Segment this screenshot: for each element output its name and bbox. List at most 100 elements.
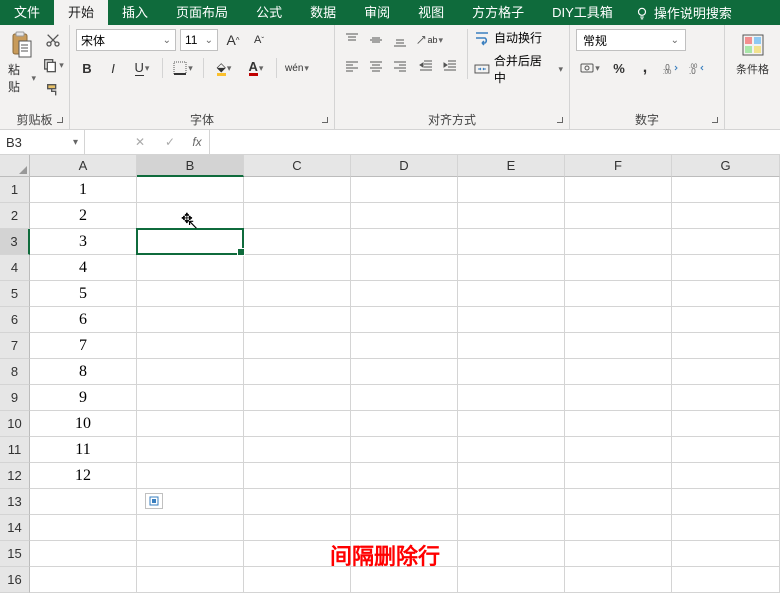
cell[interactable] xyxy=(137,385,244,411)
cell[interactable] xyxy=(30,541,137,567)
cell[interactable] xyxy=(672,437,780,463)
cell[interactable] xyxy=(672,203,780,229)
cell[interactable] xyxy=(137,177,244,203)
cell[interactable] xyxy=(351,281,458,307)
row-header[interactable]: 14 xyxy=(0,515,30,541)
decrease-font-button[interactable]: Aˇ xyxy=(248,29,270,51)
cell[interactable] xyxy=(672,281,780,307)
cell[interactable] xyxy=(565,541,672,567)
cell[interactable] xyxy=(244,385,351,411)
cell[interactable] xyxy=(458,229,565,255)
align-left-button[interactable] xyxy=(341,55,363,77)
tab-review[interactable]: 审阅 xyxy=(350,0,404,25)
cell[interactable] xyxy=(565,333,672,359)
cell[interactable] xyxy=(672,229,780,255)
cell[interactable] xyxy=(672,333,780,359)
cell[interactable] xyxy=(672,359,780,385)
cell[interactable] xyxy=(244,255,351,281)
cell[interactable] xyxy=(565,177,672,203)
cell[interactable] xyxy=(137,229,244,255)
cell[interactable] xyxy=(458,255,565,281)
cell-grid[interactable]: 1 2 3 4 5 6 7 8 9 10 11 12 ✥↖ xyxy=(30,177,780,593)
cell[interactable] xyxy=(458,333,565,359)
cell[interactable] xyxy=(351,359,458,385)
cell[interactable] xyxy=(565,515,672,541)
cell[interactable] xyxy=(30,515,137,541)
align-center-button[interactable] xyxy=(365,55,387,77)
cell[interactable] xyxy=(672,385,780,411)
cell[interactable] xyxy=(137,515,244,541)
cell[interactable] xyxy=(244,411,351,437)
cell[interactable] xyxy=(565,437,672,463)
cell[interactable] xyxy=(672,567,780,593)
column-header[interactable]: D xyxy=(351,155,458,177)
cell[interactable] xyxy=(137,567,244,593)
decrease-indent-button[interactable] xyxy=(415,55,437,77)
cell[interactable] xyxy=(244,515,351,541)
name-box[interactable]: B3▾ xyxy=(0,130,85,154)
cell[interactable]: 10 xyxy=(30,411,137,437)
wrap-text-button[interactable]: 自动换行 xyxy=(474,29,563,46)
cell[interactable] xyxy=(351,177,458,203)
cell[interactable] xyxy=(351,515,458,541)
align-top-button[interactable] xyxy=(341,29,363,51)
cell[interactable] xyxy=(244,489,351,515)
percent-button[interactable]: % xyxy=(608,57,630,79)
cell[interactable] xyxy=(458,437,565,463)
smart-tag-button[interactable] xyxy=(145,493,163,509)
column-header[interactable]: C xyxy=(244,155,351,177)
phonetic-button[interactable]: wén▾ xyxy=(283,57,311,79)
cut-button[interactable] xyxy=(42,29,64,51)
row-header[interactable]: 8 xyxy=(0,359,30,385)
cell[interactable] xyxy=(458,567,565,593)
cell[interactable] xyxy=(565,203,672,229)
tab-insert[interactable]: 插入 xyxy=(108,0,162,25)
align-middle-button[interactable] xyxy=(365,29,387,51)
cell[interactable] xyxy=(244,463,351,489)
copy-button[interactable]: ▾ xyxy=(42,54,64,76)
fx-label[interactable]: fx xyxy=(185,130,209,154)
column-header[interactable]: A xyxy=(30,155,137,177)
borders-button[interactable]: ▾ xyxy=(169,57,197,79)
cell[interactable] xyxy=(137,541,244,567)
cell[interactable] xyxy=(672,307,780,333)
cell[interactable] xyxy=(458,411,565,437)
cell[interactable] xyxy=(30,567,137,593)
row-header[interactable]: 15 xyxy=(0,541,30,567)
column-header[interactable]: B xyxy=(137,155,244,177)
cell[interactable] xyxy=(351,411,458,437)
cell[interactable] xyxy=(672,541,780,567)
comma-button[interactable]: , xyxy=(634,57,656,79)
column-header[interactable]: F xyxy=(565,155,672,177)
cell[interactable] xyxy=(565,229,672,255)
tab-data[interactable]: 数据 xyxy=(296,0,350,25)
increase-decimal-button[interactable]: .0.00 xyxy=(660,57,682,79)
row-header[interactable]: 11 xyxy=(0,437,30,463)
cell[interactable] xyxy=(351,255,458,281)
cell[interactable]: 9 xyxy=(30,385,137,411)
cell[interactable] xyxy=(458,463,565,489)
cell[interactable] xyxy=(137,307,244,333)
confirm-formula-button[interactable]: ✓ xyxy=(155,130,185,154)
cell[interactable] xyxy=(351,489,458,515)
cell[interactable] xyxy=(137,411,244,437)
cell[interactable] xyxy=(458,489,565,515)
merge-center-button[interactable]: 合并后居中▾ xyxy=(474,52,563,86)
cell[interactable] xyxy=(137,359,244,385)
cell[interactable] xyxy=(458,515,565,541)
orientation-button[interactable]: ab▾ xyxy=(415,29,443,51)
number-format-select[interactable]: 常规⌄ xyxy=(576,29,686,51)
cell[interactable] xyxy=(565,411,672,437)
tell-me-search[interactable]: 操作说明搜索 xyxy=(635,3,732,22)
cell[interactable] xyxy=(351,229,458,255)
column-header[interactable]: G xyxy=(672,155,780,177)
row-header[interactable]: 4 xyxy=(0,255,30,281)
cell[interactable] xyxy=(672,255,780,281)
cell[interactable] xyxy=(565,307,672,333)
cell[interactable] xyxy=(565,385,672,411)
row-header[interactable]: 3 xyxy=(0,229,30,255)
align-bottom-button[interactable] xyxy=(389,29,411,51)
cell[interactable]: 11 xyxy=(30,437,137,463)
cell[interactable] xyxy=(458,541,565,567)
cell[interactable] xyxy=(458,359,565,385)
